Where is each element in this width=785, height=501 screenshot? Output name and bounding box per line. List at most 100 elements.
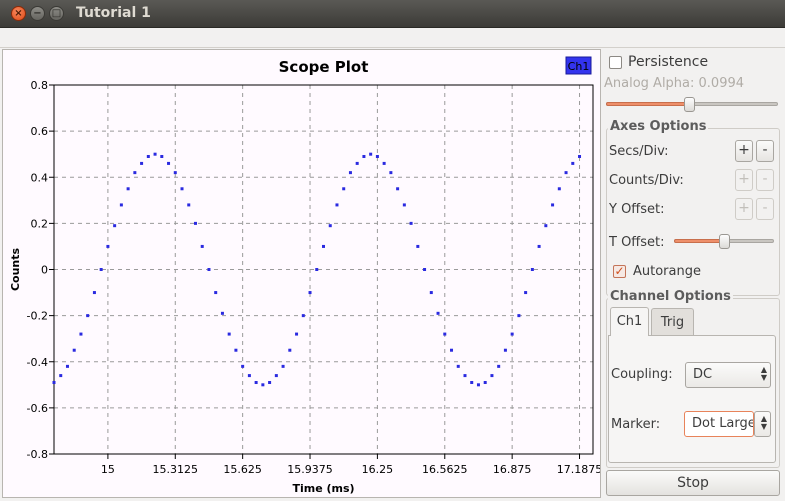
menubar [0,28,785,48]
channel-tab-page [608,335,776,463]
data-point [328,224,332,228]
data-point [342,187,346,191]
y-tick-label: 0.8 [31,79,49,92]
chart-title: Scope Plot [279,58,369,76]
x-tick-label: 16.25 [362,463,394,476]
data-point [348,171,352,175]
coupling-spin-icon: ▲ ▼ [760,365,767,382]
data-point [557,187,561,191]
data-point [65,364,69,368]
data-point [160,154,164,158]
coupling-select[interactable]: DC ▲ ▼ [685,362,771,388]
persistence-checkbox[interactable] [609,56,622,69]
y-tick-label: 0.6 [31,125,49,138]
marker-label: Marker: [611,417,661,432]
data-point [99,268,103,271]
data-point [92,291,96,295]
data-point [551,203,555,207]
x-tick-label: 15.9375 [287,463,333,476]
minimize-icon[interactable]: − [30,6,45,21]
data-point [167,161,171,165]
data-point [375,154,379,158]
data-point [429,291,433,295]
data-point [86,314,90,318]
marker-spin-button[interactable]: ▲ ▼ [754,411,771,437]
data-point [503,348,507,352]
data-point [476,383,480,387]
y-offset-increase-button[interactable]: + [735,198,753,220]
data-point [524,291,528,295]
y-tick-label: 0.2 [31,217,49,230]
autorange-checkbox[interactable]: ✓ [613,265,626,278]
analog-alpha-handle[interactable] [684,97,695,112]
data-point [153,152,157,156]
data-point [140,161,144,165]
data-point [571,161,575,165]
y-offset-label: Y Offset: [609,202,665,217]
scope-chart: 0.8 0.6 0.4 0.2 0 -0.2 -0.4 -0.6 -0.8 15 15.3125 15… [9,56,600,495]
scope-plot[interactable]: 0.8 0.6 0.4 0.2 0 -0.2 -0.4 -0.6 -0.8 15 15.3125 15… [2,49,601,498]
data-point [564,171,568,175]
counts-div-increase-button[interactable]: + [735,169,753,191]
t-offset-fill [674,239,724,243]
coupling-label: Coupling: [611,367,673,382]
data-point [470,381,474,385]
x-tick-label: 17.1875 [557,463,600,476]
data-point [72,348,76,352]
legend-label: Ch1 [568,60,590,73]
data-point [126,187,130,191]
data-point [295,332,299,336]
counts-div-label: Counts/Div: [609,173,684,188]
x-tick-label: 15 [101,463,115,476]
data-point [497,364,501,368]
y-tick-label: -0.4 [27,356,48,369]
secs-div-decrease-button[interactable]: - [756,140,774,162]
y-axis-label: Counts [9,248,22,292]
coupling-value: DC [693,367,713,382]
data-point [207,268,211,271]
data-point [220,311,224,315]
data-point [483,381,487,385]
persistence-label: Persistence [628,54,709,70]
data-point [227,332,231,336]
data-point [530,268,534,271]
data-point [106,244,110,248]
data-point [396,187,400,191]
tab-trig[interactable]: Trig [651,308,694,336]
close-icon[interactable]: × [11,6,26,21]
counts-div-decrease-button[interactable]: - [756,169,774,191]
y-tick-label: -0.6 [27,402,48,415]
data-point [423,268,427,271]
y-tick-label: 0.4 [31,171,49,184]
t-offset-handle[interactable] [719,234,730,249]
data-point [517,314,521,318]
marker-input[interactable]: Dot Large [684,411,754,437]
data-point [113,224,117,228]
y-tick-label: 0 [41,264,48,277]
t-offset-label: T Offset: [609,235,665,250]
y-offset-decrease-button[interactable]: - [756,198,774,220]
data-point [133,171,137,175]
data-point [578,154,582,158]
stop-button[interactable]: Stop [606,470,780,496]
analog-alpha-label: Analog Alpha: 0.0994 [604,76,745,91]
data-point [234,348,238,352]
marker-value: Dot Large [692,416,754,431]
data-point [450,348,454,352]
data-point [382,161,386,165]
axes-options-title: Axes Options [608,119,709,134]
x-tick-label: 16.5625 [422,463,468,476]
data-point [288,348,292,352]
data-point [355,161,359,165]
maximize-icon[interactable]: □ [49,6,64,21]
data-point [402,203,406,207]
data-point [456,364,460,368]
data-point [510,332,514,336]
y-tick-label: -0.2 [27,310,48,323]
data-point [274,374,278,378]
x-tick-label: 16.875 [493,463,532,476]
data-point [301,314,305,318]
tab-ch1[interactable]: Ch1 [610,307,649,336]
secs-div-increase-button[interactable]: + [735,140,753,162]
data-point [119,203,123,207]
